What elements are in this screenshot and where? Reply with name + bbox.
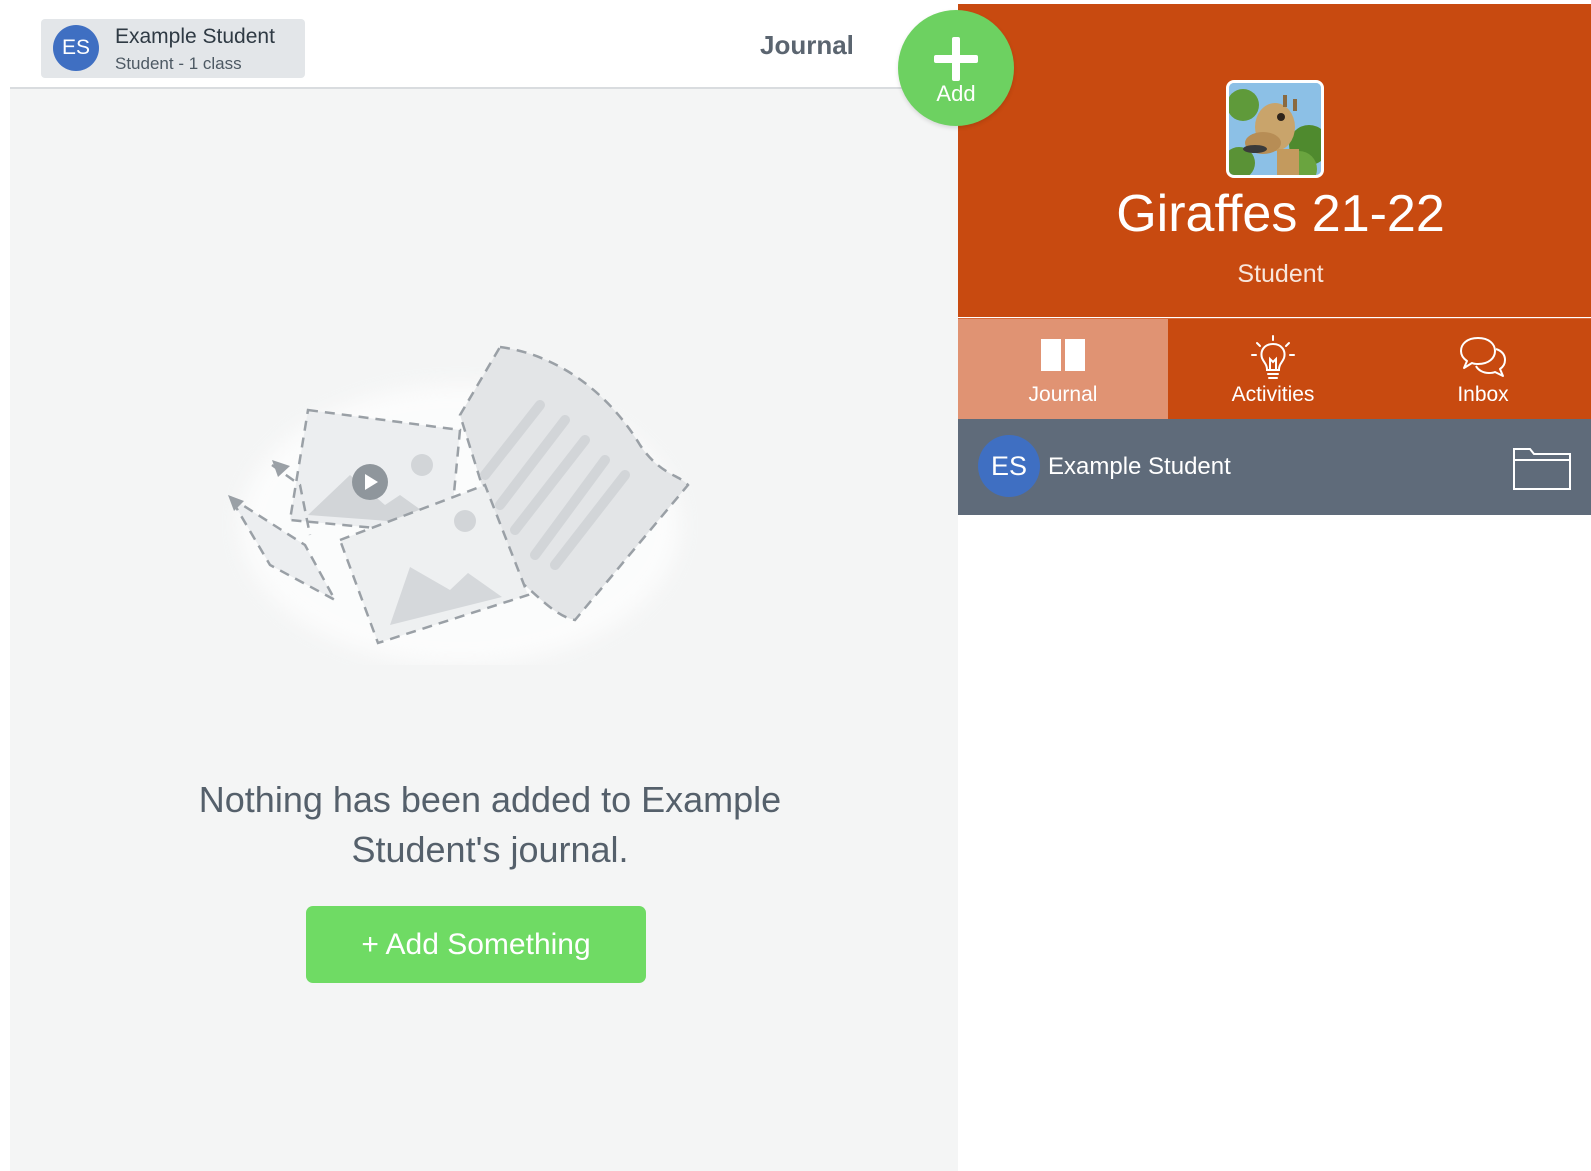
add-button[interactable]: Add: [898, 10, 1014, 126]
book-icon: [1041, 339, 1085, 371]
class-name: Giraffes 21-22: [1116, 185, 1445, 243]
top-bar: ES Example Student Student - 1 class Jou…: [10, 0, 970, 89]
tab-activities[interactable]: Activities: [1168, 319, 1378, 420]
page-title: Journal: [760, 30, 854, 60]
tab-activities-label: Activities: [1231, 383, 1315, 406]
add-something-button[interactable]: + Add Something: [306, 906, 646, 983]
empty-journal-illustration: [228, 345, 690, 665]
plus-icon: [934, 37, 978, 81]
tab-inbox[interactable]: Inbox: [1378, 319, 1588, 420]
student-row-avatar: ES: [978, 435, 1040, 497]
empty-state-message: Nothing has been added to Example Studen…: [198, 779, 782, 870]
class-photo[interactable]: [1226, 80, 1324, 178]
add-button-label: Add: [936, 81, 976, 106]
student-row-name: Example Student: [1048, 453, 1231, 480]
giraffe-photo-icon: [1229, 83, 1321, 175]
student-switcher[interactable]: ES Example Student Student - 1 class: [41, 19, 305, 78]
student-list-item[interactable]: ES Example Student: [958, 419, 1591, 515]
class-nav-tabs: Journal Activities Inbox: [958, 318, 1591, 420]
class-panel: Giraffes 21-22 Student Journal Activitie…: [958, 0, 1591, 1171]
tab-journal[interactable]: Journal: [958, 319, 1168, 420]
tab-inbox-label: Inbox: [1457, 383, 1509, 406]
class-role: Student: [1237, 260, 1324, 288]
class-header: Giraffes 21-22 Student: [958, 4, 1591, 317]
student-name: Example Student: [115, 25, 275, 48]
chat-bubbles-icon: [1460, 337, 1506, 377]
student-avatar: ES: [53, 25, 99, 71]
tab-journal-label: Journal: [1028, 383, 1098, 406]
student-subtitle: Student - 1 class: [115, 54, 242, 73]
journal-pane: ES Example Student Student - 1 class Jou…: [10, 0, 970, 1171]
folder-icon[interactable]: [1512, 443, 1572, 491]
lightbulb-icon: [1251, 335, 1295, 379]
